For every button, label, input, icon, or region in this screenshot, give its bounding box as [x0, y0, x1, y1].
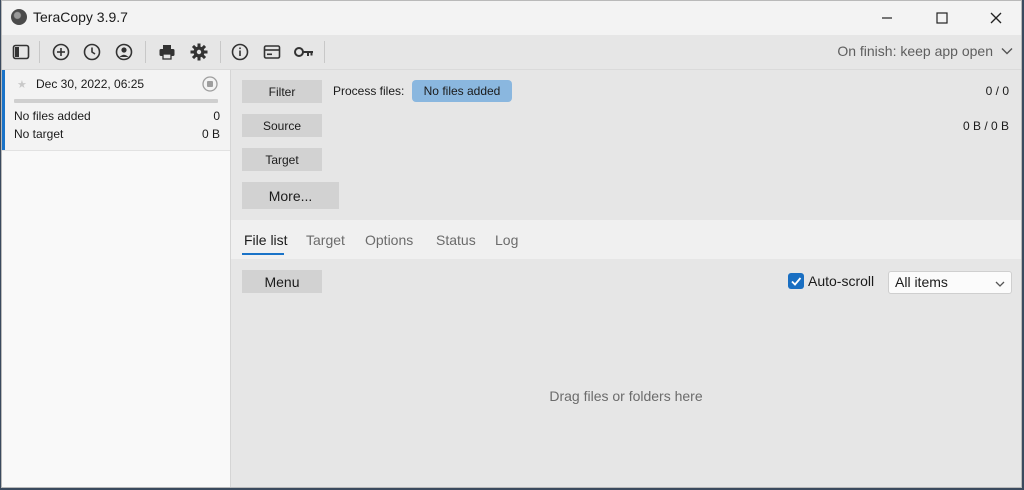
job-progress-bar	[14, 99, 218, 103]
file-count: 0 / 0	[985, 84, 1009, 98]
add-button[interactable]	[49, 40, 73, 64]
job-target-label: No target	[14, 127, 64, 141]
drop-zone-hint: Drag files or folders here	[549, 388, 703, 404]
toolbar-divider	[220, 41, 221, 63]
process-files-label: Process files:	[333, 84, 405, 98]
key-icon	[294, 47, 313, 57]
info-button[interactable]	[228, 40, 252, 64]
job-files-row: No files added 0	[14, 109, 220, 123]
source-button[interactable]: Source	[242, 114, 322, 137]
settings-icon	[190, 43, 208, 61]
tab-bar: File list Target Options Status Log	[231, 220, 1021, 259]
stop-icon[interactable]	[202, 76, 218, 92]
auto-scroll-label[interactable]: Auto-scroll	[808, 273, 874, 289]
title-bar: TeraCopy 3.9.7	[2, 1, 1021, 35]
tab-status[interactable]: Status	[436, 232, 476, 248]
profile-button[interactable]	[112, 40, 136, 64]
auto-scroll-checkbox[interactable]	[788, 273, 804, 289]
active-tab-indicator	[242, 253, 284, 255]
byte-count: 0 B / 0 B	[962, 119, 1009, 133]
toolbar-divider	[39, 41, 40, 63]
panel-toggle-button[interactable]	[9, 40, 33, 64]
close-button[interactable]	[973, 1, 1019, 35]
maximize-button[interactable]	[919, 1, 965, 35]
tab-options[interactable]: Options	[365, 232, 413, 248]
job-target-row: No target 0 B	[14, 127, 220, 141]
main-panel: Filter Source Target More... Process fil…	[231, 70, 1021, 487]
job-selected-indicator	[2, 70, 5, 150]
job-item[interactable]: ★ Dec 30, 2022, 06:25 No files added 0 N…	[2, 70, 230, 151]
info-icon	[231, 43, 249, 61]
tab-file-list[interactable]: File list	[244, 232, 288, 248]
minimize-icon	[882, 17, 892, 19]
app-window: TeraCopy 3.9.7 On finish: keep app open …	[1, 0, 1022, 488]
chevron-down-icon[interactable]	[1001, 44, 1013, 62]
chevron-down-icon	[995, 281, 1005, 287]
panel-toggle-icon	[12, 44, 30, 60]
tab-target[interactable]: Target	[306, 232, 345, 248]
print-icon	[159, 45, 175, 60]
filter-button[interactable]: Filter	[242, 80, 322, 103]
window-title: TeraCopy 3.9.7	[33, 9, 128, 25]
history-button[interactable]	[80, 40, 104, 64]
checkmark-icon	[791, 277, 802, 286]
process-files-button[interactable]: No files added	[412, 80, 512, 102]
job-target-value: 0 B	[201, 127, 220, 141]
settings-button[interactable]	[187, 40, 211, 64]
star-icon[interactable]: ★	[17, 78, 27, 91]
toolbar: On finish: keep app open	[2, 35, 1021, 70]
toolbar-divider	[324, 41, 325, 63]
menu-button[interactable]: Menu	[242, 270, 322, 293]
more-button[interactable]: More...	[242, 182, 339, 209]
card-icon	[263, 45, 281, 59]
on-finish-dropdown[interactable]: On finish: keep app open	[837, 43, 993, 59]
job-date: Dec 30, 2022, 06:25	[36, 77, 145, 91]
add-icon	[52, 43, 70, 61]
print-button[interactable]	[155, 40, 179, 64]
job-files-value: 0	[213, 109, 220, 123]
close-icon	[990, 12, 1002, 24]
teracopy-logo-icon	[11, 9, 27, 25]
tab-log[interactable]: Log	[495, 232, 518, 248]
items-filter-select[interactable]: All items	[888, 271, 1012, 294]
maximize-icon	[936, 12, 948, 24]
history-icon	[83, 43, 101, 61]
job-list-panel: ★ Dec 30, 2022, 06:25 No files added 0 N…	[2, 70, 231, 487]
card-button[interactable]	[260, 40, 284, 64]
minimize-button[interactable]	[864, 1, 910, 35]
job-files-label: No files added	[14, 109, 91, 123]
items-filter-value: All items	[895, 274, 948, 290]
target-button[interactable]: Target	[242, 148, 322, 171]
license-key-button[interactable]	[292, 40, 316, 64]
toolbar-divider	[145, 41, 146, 63]
profile-icon	[115, 43, 133, 61]
